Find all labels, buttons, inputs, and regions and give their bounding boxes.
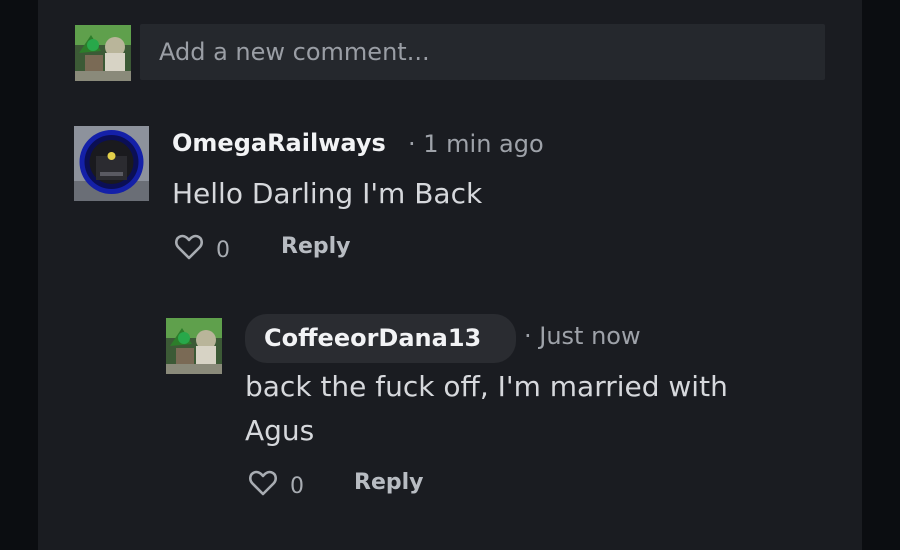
current-user-avatar	[75, 25, 131, 81]
new-comment-box[interactable]	[140, 24, 825, 80]
like-count: 0	[216, 237, 230, 263]
comment-timestamp: · 1 min ago	[408, 130, 544, 158]
page: OmegaRailways · 1 min ago Hello Darling …	[0, 0, 900, 550]
reply-author-label: CoffeeorDana13	[264, 324, 482, 352]
reply-text-line-1: back the fuck off, I'm married with	[245, 370, 728, 403]
reply-author-name[interactable]: CoffeeorDana13	[245, 314, 516, 363]
reply-button[interactable]: Reply	[281, 234, 351, 259]
comment-author-avatar[interactable]	[74, 126, 149, 201]
new-comment-input[interactable]	[140, 24, 825, 80]
heart-outline-icon	[248, 469, 278, 503]
reply-like-button[interactable]: 0	[248, 469, 304, 503]
reply-text-line-2: Agus	[245, 414, 315, 447]
heart-outline-icon	[174, 233, 204, 267]
comments-panel	[38, 0, 862, 550]
reply-reply-button[interactable]: Reply	[354, 470, 424, 495]
reply-timestamp: · Just now	[524, 322, 641, 350]
like-button[interactable]: 0	[174, 233, 230, 267]
reply-like-count: 0	[290, 473, 304, 499]
reply-author-avatar[interactable]	[166, 318, 222, 374]
comment-author-name[interactable]: OmegaRailways	[172, 129, 386, 157]
reply-text: back the fuck off, I'm married with Agus	[245, 365, 825, 453]
comment-text: Hello Darling I'm Back	[172, 177, 483, 210]
